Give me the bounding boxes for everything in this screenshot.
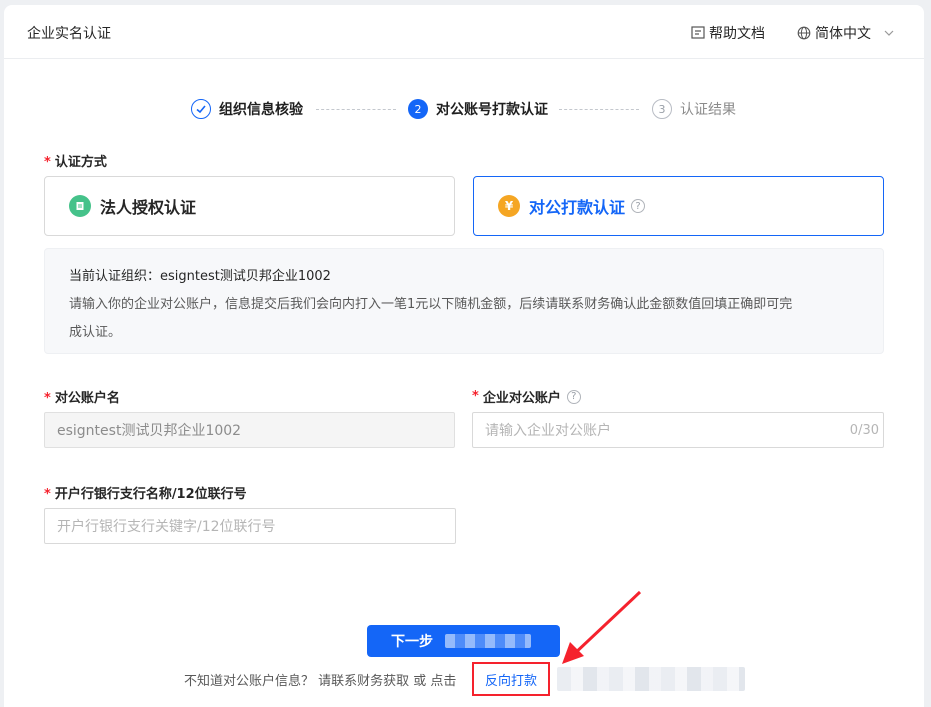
bank-transfer-option[interactable]: ¥ 对公打款认证 ? xyxy=(473,176,884,236)
char-counter: 0/30 xyxy=(849,422,879,438)
question-icon[interactable]: ? xyxy=(631,199,646,213)
step-label: 对公账号打款认证 xyxy=(436,102,548,118)
step-org-verify: 组织信息核验 xyxy=(191,99,303,119)
step-label: 组织信息核验 xyxy=(219,102,303,118)
account-name-field[interactable]: esigntest测试贝邦企业1002 xyxy=(44,412,455,448)
question-icon[interactable]: ? xyxy=(566,389,581,404)
account-name-label: * 对公账户名 xyxy=(44,391,120,406)
yen-icon: ¥ xyxy=(498,195,520,217)
info-notice: 当前认证组织：esigntest测试贝邦企业1002 请输入你的企业对公账户，信… xyxy=(44,248,884,354)
account-number-placeholder: 请输入企业对公账户 xyxy=(485,423,611,439)
next-step-label: 下一步 xyxy=(391,634,433,650)
language-label: 简体中文 xyxy=(815,26,871,42)
auth-method-label: * 认证方式 xyxy=(44,155,107,170)
help-docs-label: 帮助文档 xyxy=(709,26,765,42)
progress-steps: 组织信息核验 2 对公账号打款认证 3 认证结果 xyxy=(4,97,924,121)
step-label: 认证结果 xyxy=(680,102,736,118)
help-doc-icon xyxy=(691,26,705,39)
language-select[interactable]: 简体中文 xyxy=(797,23,895,43)
step-number: 2 xyxy=(408,99,428,119)
step-bank-transfer: 2 对公账号打款认证 xyxy=(408,99,548,119)
bank-branch-placeholder: 开户行银行支行关键字/12位联行号 xyxy=(57,519,276,535)
globe-icon xyxy=(797,26,811,40)
legal-auth-option[interactable]: 法人授权认证 xyxy=(44,176,455,236)
current-org: 当前认证组织：esigntest测试贝邦企业1002 xyxy=(69,269,331,284)
help-docs-link[interactable]: 帮助文档 xyxy=(690,23,765,43)
notice-description: 请输入你的企业对公账户，信息提交后我们会向内打入一笔1元以下随机金额，后续请联系… xyxy=(69,297,793,312)
notice-description-tail: 成认证。 xyxy=(69,325,122,340)
required-mark: * xyxy=(44,391,51,406)
page-title: 企业实名认证 xyxy=(27,26,111,42)
required-mark: * xyxy=(44,487,51,502)
redacted-area xyxy=(445,634,531,648)
page-header: 企业实名认证 帮助文档 简体中文 xyxy=(4,5,924,59)
required-mark: * xyxy=(472,389,479,404)
legal-auth-label: 法人授权认证 xyxy=(100,198,197,217)
step-connector xyxy=(559,109,639,110)
document-icon xyxy=(69,195,91,217)
bank-transfer-label: 对公打款认证 xyxy=(529,198,626,217)
chevron-down-icon xyxy=(884,30,894,36)
account-number-label: * 企业对公账户 ? xyxy=(472,387,581,406)
check-icon xyxy=(191,99,211,119)
step-connector xyxy=(316,109,396,110)
step-result: 3 认证结果 xyxy=(652,99,736,119)
account-name-value: esigntest测试贝邦企业1002 xyxy=(57,423,242,439)
account-number-input[interactable]: 请输入企业对公账户 0/30 xyxy=(472,412,884,448)
help-text: 不知道对公账户信息？ 请联系财务获取 或 点击 xyxy=(184,674,457,689)
bank-branch-input[interactable]: 开户行银行支行关键字/12位联行号 xyxy=(44,508,456,544)
reverse-transfer-label: 反向打款 xyxy=(484,673,537,689)
required-mark: * xyxy=(44,155,51,170)
redacted-area xyxy=(557,667,745,691)
bank-branch-label: * 开户行银行支行名称/12位联行号 xyxy=(44,487,247,502)
reverse-transfer-link[interactable]: 反向打款 xyxy=(472,662,550,696)
next-step-button[interactable]: 下一步 xyxy=(367,625,560,657)
step-number: 3 xyxy=(652,99,672,119)
auth-card: 企业实名认证 帮助文档 简体中文 组织信息核验 2 对公账号打款认证 3 认证结… xyxy=(4,5,924,707)
